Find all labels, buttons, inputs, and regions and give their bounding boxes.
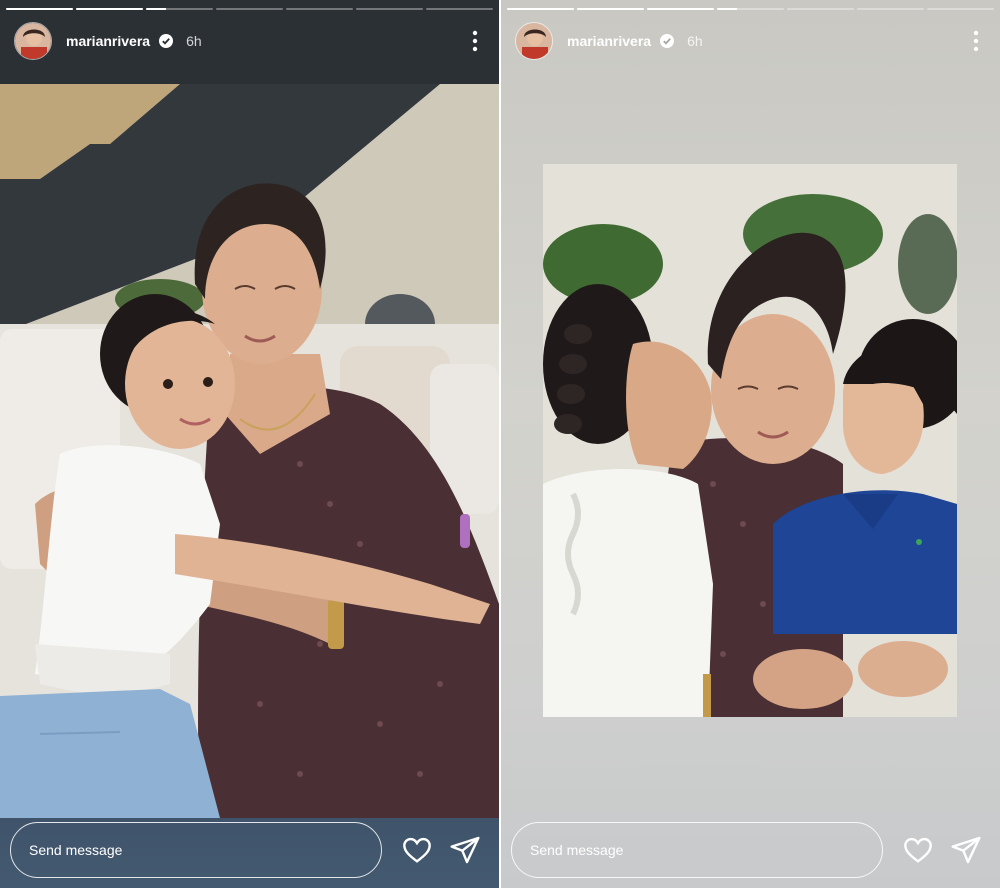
post-time: 6h <box>687 33 703 49</box>
progress-segment <box>577 8 644 10</box>
post-time: 6h <box>186 33 202 49</box>
progress-segment <box>787 8 854 10</box>
avatar[interactable] <box>515 22 553 60</box>
story-photo <box>543 164 957 717</box>
username[interactable]: marianrivera <box>567 33 651 49</box>
progress-segment <box>647 8 714 10</box>
send-message-input[interactable]: Send message <box>511 822 883 878</box>
story-progress-bar <box>6 8 493 11</box>
progress-segment <box>146 8 213 10</box>
story-header: marianrivera 6h <box>501 18 1000 64</box>
heart-icon[interactable] <box>401 834 433 866</box>
verified-badge-icon <box>158 33 174 49</box>
story-panel-right[interactable]: marianrivera 6h Send message <box>501 0 1000 888</box>
progress-segment <box>76 8 143 10</box>
progress-segment <box>717 8 784 10</box>
more-vertical-icon[interactable] <box>465 28 485 54</box>
more-vertical-icon[interactable] <box>966 28 986 54</box>
story-photo <box>0 84 499 818</box>
progress-segment <box>927 8 994 10</box>
heart-icon[interactable] <box>902 834 934 866</box>
send-message-placeholder: Send message <box>530 842 624 858</box>
username[interactable]: marianrivera <box>66 33 150 49</box>
avatar[interactable] <box>14 22 52 60</box>
send-message-placeholder: Send message <box>29 842 123 858</box>
progress-segment <box>356 8 423 10</box>
story-panel-left[interactable]: marianrivera 6h Send message <box>0 0 499 888</box>
progress-segment <box>507 8 574 10</box>
story-header: marianrivera 6h <box>0 18 499 64</box>
story-footer: Send message <box>0 818 499 888</box>
progress-segment <box>857 8 924 10</box>
send-icon[interactable] <box>950 834 982 866</box>
story-progress-bar <box>507 8 994 11</box>
send-message-input[interactable]: Send message <box>10 822 382 878</box>
verified-badge-icon <box>659 33 675 49</box>
progress-segment <box>6 8 73 10</box>
send-icon[interactable] <box>449 834 481 866</box>
story-footer: Send message <box>501 818 1000 888</box>
progress-segment <box>216 8 283 10</box>
progress-segment <box>426 8 493 10</box>
progress-segment <box>286 8 353 10</box>
